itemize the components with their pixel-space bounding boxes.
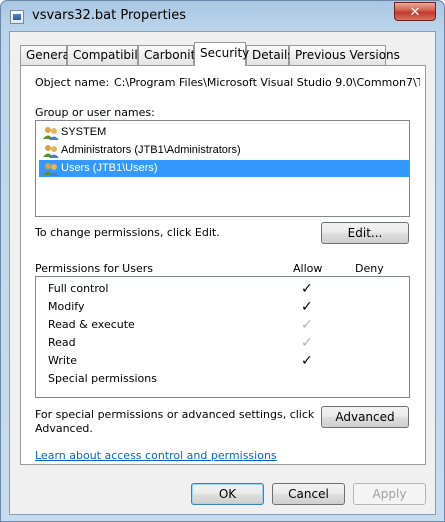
tab-carbonite[interactable]: Carbonite	[138, 45, 203, 65]
list-item[interactable]: SYSTEM	[39, 124, 409, 141]
window-title: vsvars32.bat Properties	[32, 8, 187, 23]
apply-button[interactable]: Apply	[353, 483, 426, 505]
permissions-header: Permissions for Users	[35, 262, 153, 275]
batch-file-icon	[10, 10, 24, 24]
users-group-icon	[43, 127, 59, 140]
deny-header: Deny	[355, 262, 384, 275]
group-name: SYSTEM	[61, 126, 107, 138]
permission-name: Full control	[48, 282, 109, 295]
properties-window: vsvars32.bat Properties ✕ General Compat…	[0, 0, 445, 522]
allow-header: Allow	[293, 262, 323, 275]
allow-check-icon: ✓	[301, 298, 313, 314]
cancel-button[interactable]: Cancel	[272, 483, 345, 505]
permission-name: Special permissions	[48, 372, 157, 385]
security-panel: Object name: C:\Program Files\Microsoft …	[20, 65, 426, 465]
permission-name: Modify	[48, 300, 85, 313]
advanced-info-text: For special permissions or advanced sett…	[35, 408, 315, 421]
tab-details[interactable]: Details	[246, 45, 294, 65]
users-group-icon	[43, 163, 59, 176]
dialog-body: General Compatibility Carbonite Security…	[9, 31, 436, 515]
title-bar[interactable]: vsvars32.bat Properties ✕	[1, 1, 444, 31]
tab-general[interactable]: General	[20, 45, 73, 65]
group-names-label: Group or user names:	[35, 106, 155, 119]
object-name-value: C:\Program Files\Microsoft Visual Studio…	[114, 76, 420, 89]
advanced-info-text-2: Advanced.	[35, 422, 93, 435]
tab-compatibility[interactable]: Compatibility	[67, 45, 153, 65]
list-item[interactable]: Administrators (JTB1\Administrators)	[39, 142, 409, 159]
ok-button[interactable]: OK	[191, 483, 264, 505]
tab-security[interactable]: Security	[194, 42, 249, 66]
allow-check-icon: ✓	[301, 280, 313, 296]
change-permissions-text: To change permissions, click Edit.	[35, 226, 220, 239]
tab-previous-versions[interactable]: Previous Versions	[289, 45, 400, 65]
close-button[interactable]: ✕	[394, 2, 436, 21]
allow-check-icon: ✓	[301, 352, 313, 368]
list-item-selected[interactable]: Users (JTB1\Users)	[39, 160, 409, 177]
permissions-list[interactable]: Full control ✓ Modify ✓ Read & execute ✓…	[35, 276, 410, 398]
advanced-button[interactable]: Advanced	[321, 406, 409, 428]
edit-button[interactable]: Edit...	[321, 222, 409, 244]
learn-permissions-link[interactable]: Learn about access control and permissio…	[35, 449, 277, 462]
group-user-list[interactable]: SYSTEM Administrators (JTB1\Administrato…	[35, 120, 410, 217]
permission-name: Read & execute	[48, 318, 135, 331]
object-name-label: Object name:	[35, 76, 110, 89]
permission-name: Write	[48, 354, 78, 367]
allow-check-inherited-icon: ✓	[301, 334, 313, 350]
group-name: Users (JTB1\Users)	[61, 162, 158, 174]
users-group-icon	[43, 145, 59, 158]
group-name: Administrators (JTB1\Administrators)	[61, 144, 241, 156]
allow-check-inherited-icon: ✓	[301, 316, 313, 332]
permission-name: Read	[48, 336, 76, 349]
